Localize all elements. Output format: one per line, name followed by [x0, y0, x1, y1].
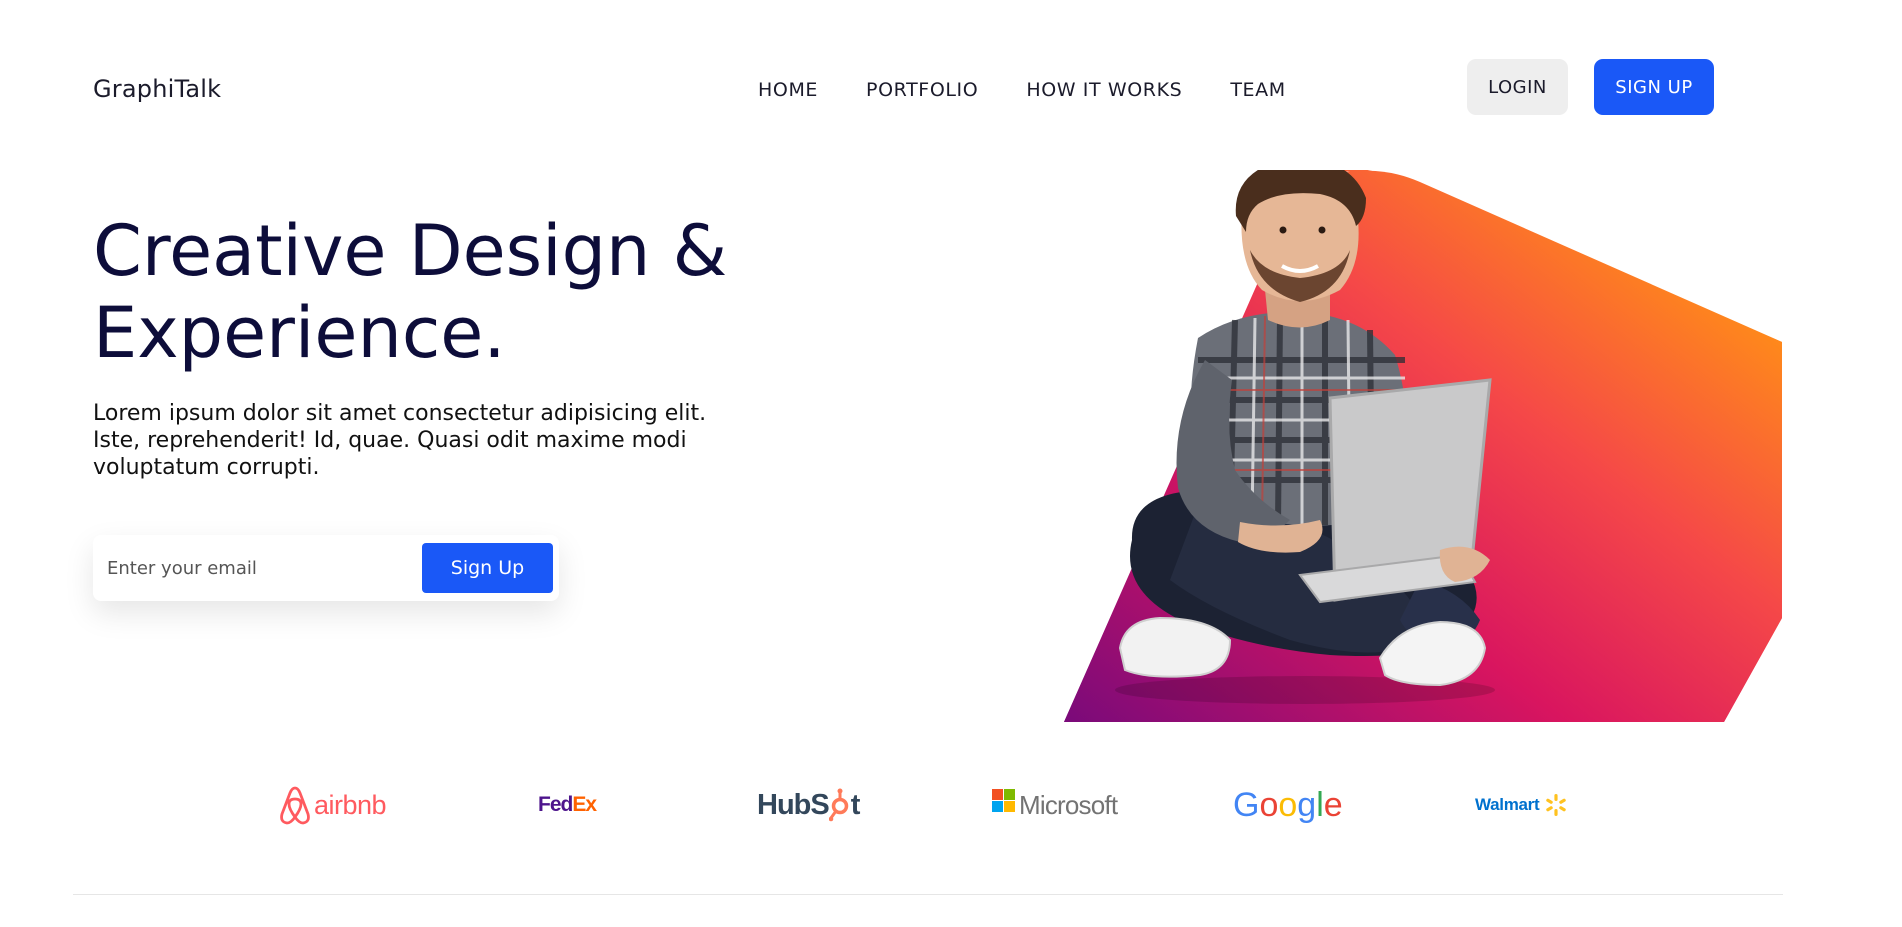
google-letter-g2: g: [1297, 785, 1317, 824]
main-nav: HOME PORTFOLIO HOW IT WORKS TEAM: [758, 79, 1286, 101]
nav-item-how-it-works[interactable]: HOW IT WORKS: [1026, 79, 1182, 101]
hero-illustration: [1064, 170, 1782, 722]
brand-logo[interactable]: GraphiTalk: [93, 75, 221, 103]
google-letter-o2: o: [1278, 785, 1298, 824]
fedex-wordmark-ex: Ex: [572, 793, 597, 816]
email-signup-button[interactable]: Sign Up: [422, 543, 553, 593]
google-letter-l: l: [1316, 785, 1324, 824]
nav-item-portfolio[interactable]: PORTFOLIO: [866, 79, 978, 101]
microsoft-logo: Microsoft: [992, 780, 1118, 830]
microsoft-windows-icon: [992, 789, 1015, 812]
hero-title-line-2: Experience.: [93, 292, 506, 374]
partner-logos: airbnb Fed Ex Hub S t Microsoft Google W…: [0, 780, 1902, 830]
walmart-spark-icon: [1546, 794, 1567, 816]
google-letter-o1: o: [1259, 785, 1279, 824]
hubspot-wordmark-ot: t: [850, 788, 861, 821]
hubspot-sprocket-icon: [828, 788, 851, 822]
airbnb-wordmark: airbnb: [314, 789, 387, 820]
nav-item-home[interactable]: HOME: [758, 79, 818, 101]
google-letter-e: e: [1323, 785, 1343, 824]
fedex-wordmark-fed: Fed: [538, 793, 573, 816]
hubspot-wordmark-s: S: [810, 788, 829, 821]
fedex-logo: Fed Ex: [538, 780, 597, 830]
microsoft-wordmark: Microsoft: [1019, 789, 1118, 820]
hubspot-wordmark-hub: Hub: [757, 788, 811, 821]
hero-title-line-1: Creative Design &: [93, 210, 728, 292]
airbnb-icon: [280, 786, 310, 825]
walmart-wordmark: Walmart: [1475, 795, 1540, 814]
google-letter-g: G: [1233, 785, 1260, 824]
walmart-logo: Walmart: [1475, 780, 1569, 830]
hubspot-logo: Hub S t: [757, 780, 861, 830]
nav-item-team[interactable]: TEAM: [1230, 79, 1285, 101]
email-signup-form: Sign Up: [93, 535, 559, 601]
hero-description: Lorem ipsum dolor sit amet consectetur a…: [93, 401, 707, 480]
airbnb-logo: airbnb: [280, 780, 387, 830]
login-button[interactable]: LOGIN: [1467, 59, 1568, 115]
section-divider: [73, 894, 1783, 895]
header-signup-button[interactable]: SIGN UP: [1594, 59, 1714, 115]
email-input[interactable]: [93, 535, 413, 601]
hero-title: Creative Design & Experience.: [93, 210, 853, 374]
google-logo: Google: [1233, 780, 1343, 830]
